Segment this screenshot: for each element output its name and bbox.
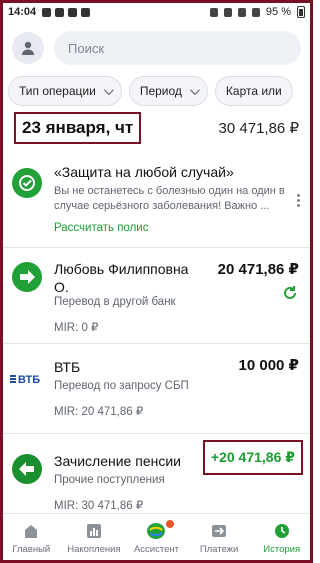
top-bar: Поиск bbox=[0, 24, 313, 72]
transfer-out-icon bbox=[12, 262, 42, 292]
notification-icon bbox=[42, 7, 52, 17]
transaction-name: Любовь Филипповна О. bbox=[54, 261, 189, 295]
filter-label: Период bbox=[139, 84, 182, 98]
transaction-card: MIR: 0 ₽ bbox=[54, 322, 99, 334]
transaction-name: Зачисление пенсии bbox=[54, 453, 181, 469]
status-bar: 14:04 95 % bbox=[0, 0, 313, 24]
nav-payments[interactable]: Платежи bbox=[188, 514, 251, 563]
day-title: 23 января, чт bbox=[14, 112, 142, 144]
user-icon bbox=[22, 41, 34, 55]
payments-icon bbox=[209, 522, 229, 540]
nav-main[interactable]: Главный bbox=[0, 514, 63, 563]
transfer-in-icon bbox=[12, 454, 42, 484]
search-placeholder: Поиск bbox=[68, 40, 105, 56]
notification-icons bbox=[42, 7, 91, 17]
filter-operation-type[interactable]: Тип операции bbox=[8, 76, 122, 106]
bottom-nav: Главный Накопления Ассистент Платежи Ист… bbox=[0, 513, 313, 563]
status-time: 14:04 bbox=[8, 6, 37, 18]
nav-label: Накопления bbox=[67, 544, 121, 555]
nav-history[interactable]: История bbox=[250, 514, 313, 563]
notification-icon bbox=[81, 7, 91, 17]
nav-label: Платежи bbox=[199, 544, 239, 555]
nav-label: История bbox=[263, 544, 301, 555]
repeat-icon[interactable] bbox=[281, 284, 299, 302]
more-icon[interactable] bbox=[291, 194, 305, 207]
nav-savings[interactable]: Накопления bbox=[63, 514, 126, 563]
filter-label: Тип операции bbox=[19, 84, 96, 98]
vtb-logo: ВТБ bbox=[10, 374, 40, 386]
transaction-name: ВТБ bbox=[54, 359, 81, 375]
transaction-description: Перевод по запросу СБП bbox=[54, 380, 189, 392]
location-icon bbox=[209, 7, 218, 17]
filter-label: Карта или bbox=[225, 84, 282, 98]
transaction-card: MIR: 30 471,86 ₽ bbox=[54, 500, 144, 512]
transaction-amount: +20 471,86 ₽ bbox=[202, 440, 303, 475]
transaction-row[interactable]: Зачисление пенсии Прочие поступления MIR… bbox=[0, 434, 313, 524]
notification-dot bbox=[165, 520, 174, 528]
day-total: 30 471,86 ₽ bbox=[218, 120, 299, 137]
search-input[interactable]: Поиск bbox=[54, 31, 301, 65]
sber-insurance-icon bbox=[12, 168, 42, 198]
chevron-down-icon bbox=[103, 84, 114, 95]
transaction-amount: 20 471,86 ₽ bbox=[217, 261, 299, 278]
filter-bar: Тип операции Период Карта или bbox=[0, 76, 313, 108]
chart-icon bbox=[84, 522, 104, 540]
filter-period[interactable]: Период bbox=[128, 76, 208, 106]
transaction-description: Прочие поступления bbox=[54, 474, 165, 486]
nav-label: Главный bbox=[12, 544, 51, 555]
transaction-row[interactable]: ВТБ ВТБ Перевод по запросу СБП MIR: 20 4… bbox=[0, 344, 313, 434]
day-header: 23 января, чт 30 471,86 ₽ bbox=[0, 108, 313, 148]
notification-icon bbox=[68, 7, 78, 17]
promo-card[interactable]: «Защита на любой случай» Вы не останетес… bbox=[0, 150, 313, 248]
battery-level: 95 % bbox=[265, 6, 291, 18]
alarm-icon bbox=[223, 7, 232, 17]
transaction-row[interactable]: Любовь Филипповна О. Перевод в другой ба… bbox=[0, 248, 313, 344]
operations-list: «Защита на любой случай» Вы не останетес… bbox=[0, 150, 313, 524]
promo-description: Вы не останетесь с болезнью один на один… bbox=[54, 185, 285, 212]
chevron-down-icon bbox=[189, 84, 200, 95]
assistant-icon bbox=[146, 522, 166, 540]
home-icon bbox=[21, 522, 41, 540]
transaction-description: Перевод в другой банк bbox=[54, 296, 176, 308]
transaction-amount: 10 000 ₽ bbox=[238, 357, 299, 374]
transaction-card: MIR: 20 471,86 ₽ bbox=[54, 406, 144, 418]
notification-icon bbox=[55, 7, 65, 17]
promo-title: «Защита на любой случай» bbox=[54, 164, 234, 180]
history-icon bbox=[272, 522, 292, 540]
nav-assistant[interactable]: Ассистент bbox=[125, 514, 188, 563]
wifi-icon bbox=[237, 7, 246, 17]
signal-icon bbox=[251, 7, 260, 17]
filter-card[interactable]: Карта или bbox=[214, 76, 293, 106]
battery-icon bbox=[297, 6, 305, 18]
calculate-policy-link[interactable]: Рассчитать полис bbox=[54, 222, 148, 234]
avatar[interactable] bbox=[12, 32, 44, 64]
nav-label: Ассистент bbox=[133, 544, 179, 555]
